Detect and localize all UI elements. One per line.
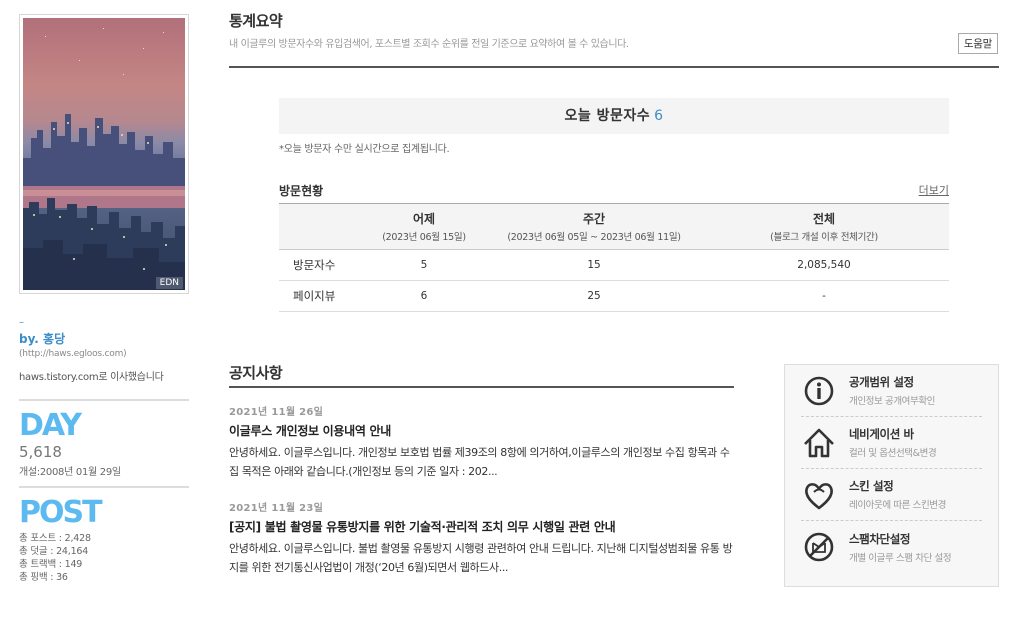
notice-excerpt: 안녕하세요. 이글루스입니다. 개인정보 보호법 법률 제39조의 8항에 의거… — [229, 446, 730, 478]
settings-panel: 공개범위 설정 개인정보 공개여부확인 네비게이션 바 컬러 및 옵션선택&변경… — [784, 364, 999, 587]
visits-table: 어제 (2023년 06월 15일) 주간 (2023년 06월 05일 ~ 2… — [279, 203, 949, 312]
table-cell: 6 — [359, 280, 489, 312]
visits-more-link[interactable]: 더보기 — [919, 182, 949, 198]
stat-total-comments: 총 덧글 : 24,164 — [19, 546, 89, 557]
post-label: POST — [19, 495, 103, 530]
help-button[interactable]: 도움말 — [957, 33, 998, 54]
day-count: 5,618 — [19, 443, 62, 461]
sidebar-divider — [19, 399, 189, 401]
notice-excerpt: 안녕하세요. 이글루스입니다. 불법 촬영물 유통방지 시행령 관련하여 안내 … — [229, 542, 733, 574]
table-header-yesterday: 어제 (2023년 06월 15일) — [359, 203, 489, 250]
stat-total-trackbacks: 총 트랙백 : 149 — [19, 559, 83, 570]
settings-item-label: 공개범위 설정 — [849, 375, 914, 389]
notices-title: 공지사항 — [229, 364, 283, 382]
profile-image[interactable]: EDN — [19, 14, 189, 294]
byline-dash: – — [19, 317, 24, 328]
column-sublabel: (2023년 06월 05일 ~ 2023년 06월 11일) — [507, 232, 681, 243]
post-stats: 총 포스트 : 2,428 총 덧글 : 24,164 총 트랙백 : 149 … — [19, 532, 189, 584]
author-name[interactable]: by. 홍당 — [19, 330, 189, 347]
day-label: DAY — [19, 408, 82, 443]
notice-date: 2021년 11월 23일 — [229, 503, 324, 514]
notices-divider — [229, 386, 734, 388]
settings-item-label: 스팸차단설정 — [849, 531, 911, 546]
sidebar-divider — [19, 486, 189, 488]
notice-item: 2021년 11월 23일 [공지] 불법 촬영물 유통방지를 위한 기술적·관… — [229, 499, 734, 577]
no-spam-icon — [801, 529, 837, 565]
notice-headline-link[interactable]: 이글루스 개인정보 이용내역 안내 — [229, 422, 734, 439]
table-cell: 5 — [359, 249, 489, 281]
settings-item-desc: 컬러 및 옵션선택&변경 — [849, 448, 937, 459]
notice-headline-link[interactable]: [공지] 불법 촬영물 유통방지를 위한 기술적·관리적 조치 의무 시행일 관… — [229, 518, 734, 535]
today-visitors-box: 오늘 방문자수 6 — [279, 98, 949, 134]
settings-item-label: 스킨 설정 — [849, 479, 894, 493]
moved-notice: haws.tistory.com로 이사했습니다 — [19, 372, 164, 383]
today-note: *오늘 방문자 수만 실시간으로 집계됩니다. — [279, 144, 450, 155]
image-credit-tag: EDN — [155, 277, 183, 289]
settings-item-privacy[interactable]: 공개범위 설정 개인정보 공개여부확인 — [801, 365, 982, 417]
column-sublabel: (2023년 06월 15일) — [382, 232, 466, 243]
main-content: 통계요약 내 이글루의 방문자수와 유입검색어, 포스트별 조회수 순위를 전일… — [229, 10, 999, 574]
sidebar: EDN – by. 홍당 (http://haws.egloos.com) ha… — [19, 14, 189, 584]
table-row: 방문자수 5 15 2,085,540 — [279, 249, 949, 281]
settings-item-spam[interactable]: 스팸차단설정 개별 이글루 스팸 차단 설정 — [801, 521, 982, 573]
table-header-empty — [279, 203, 359, 250]
page-description: 내 이글루의 방문자수와 유입검색어, 포스트별 조회수 순위를 전일 기준으로… — [229, 39, 629, 50]
settings-item-desc: 레이아웃에 따른 스킨변경 — [849, 500, 946, 511]
column-label: 전체 — [812, 212, 836, 226]
blog-url[interactable]: (http://haws.egloos.com) — [19, 349, 189, 359]
table-cell: - — [699, 280, 949, 312]
stat-total-pingbacks: 총 핑백 : 36 — [19, 572, 68, 583]
settings-item-skin[interactable]: 스킨 설정 레이아웃에 따른 스킨변경 — [801, 469, 982, 521]
row-label: 페이지뷰 — [279, 280, 359, 312]
row-label: 방문자수 — [279, 249, 359, 281]
table-cell: 25 — [489, 280, 699, 312]
column-sublabel: (블로그 개설 이후 전체기간) — [770, 232, 878, 243]
city-skyline-image — [23, 18, 185, 290]
column-label: 어제 — [412, 212, 436, 226]
table-cell: 15 — [489, 249, 699, 281]
settings-item-label: 네비게이션 바 — [849, 427, 914, 441]
header-divider — [229, 66, 999, 68]
today-visitors-count: 6 — [654, 108, 664, 124]
settings-item-desc: 개인정보 공개여부확인 — [849, 396, 936, 407]
table-cell: 2,085,540 — [699, 249, 949, 281]
open-date: 개설:2008년 01월 29일 — [19, 467, 121, 478]
settings-item-navigation[interactable]: 네비게이션 바 컬러 및 옵션선택&변경 — [801, 417, 982, 469]
table-header-row: 어제 (2023년 06월 15일) 주간 (2023년 06월 05일 ~ 2… — [279, 203, 949, 250]
heart-icon — [801, 477, 837, 513]
table-header-weekly: 주간 (2023년 06월 05일 ~ 2023년 06월 11일) — [489, 203, 699, 250]
house-icon — [801, 425, 837, 461]
column-label: 주간 — [582, 212, 606, 226]
notice-list: 2021년 11월 26일 이글루스 개인정보 이용내역 안내 안녕하세요. 이… — [229, 403, 734, 595]
info-icon — [801, 373, 837, 409]
notice-item: 2021년 11월 26일 이글루스 개인정보 이용내역 안내 안녕하세요. 이… — [229, 403, 734, 481]
notice-date: 2021년 11월 26일 — [229, 407, 324, 418]
table-row: 페이지뷰 6 25 - — [279, 280, 949, 312]
visits-header: 방문현황 더보기 — [279, 182, 949, 199]
today-visitors-label: 오늘 방문자수 — [564, 108, 651, 124]
visits-title: 방문현황 — [279, 184, 324, 198]
settings-item-desc: 개별 이글루 스팸 차단 설정 — [849, 552, 952, 564]
page-title: 통계요약 — [229, 12, 283, 30]
stat-total-posts: 총 포스트 : 2,428 — [19, 533, 91, 544]
table-header-total: 전체 (블로그 개설 이후 전체기간) — [699, 203, 949, 250]
